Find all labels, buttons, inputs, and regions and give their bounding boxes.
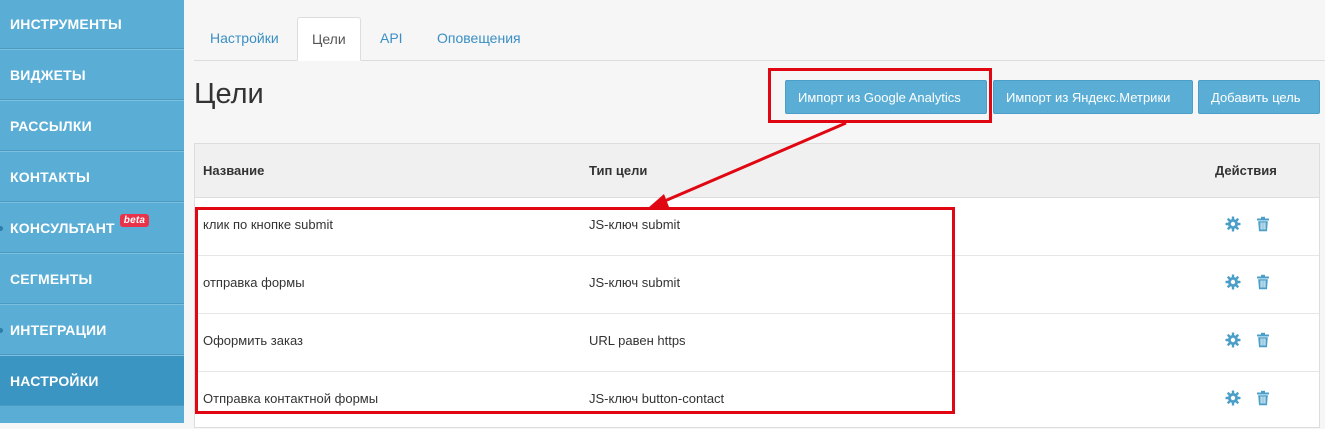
sidebar-item-label: НАСТРОЙКИ <box>10 372 99 389</box>
tab-api[interactable]: API <box>366 17 417 60</box>
table-row: отправка формы JS-ключ submit <box>195 256 1319 314</box>
goal-name: Отправка контактной формы <box>203 391 379 406</box>
goal-type: JS-ключ submit <box>589 217 681 232</box>
add-goal-button[interactable]: Добавить цель <box>1198 80 1320 114</box>
sidebar-item-integrations[interactable]: ИНТЕГРАЦИИ <box>0 304 184 355</box>
gear-icon[interactable] <box>1225 274 1241 290</box>
sidebar-item-label: РАССЫЛКИ <box>10 117 92 134</box>
tab-settings[interactable]: Настройки <box>196 17 293 60</box>
tab-notifications[interactable]: Оповещения <box>423 17 535 60</box>
sidebar-item-segments[interactable]: СЕГМЕНТЫ <box>0 253 184 304</box>
tab-bar: Настройки Цели API Оповещения <box>194 17 1325 61</box>
goal-type: JS-ключ button-contact <box>589 391 725 406</box>
sidebar-item-label: СЕГМЕНТЫ <box>10 270 93 287</box>
import-google-analytics-button[interactable]: Импорт из Google Analytics <box>785 80 987 114</box>
goal-name: клик по кнопке submit <box>203 217 333 232</box>
import-yandex-metrika-button[interactable]: Импорт из Яндекс.Метрики <box>993 80 1193 114</box>
sidebar-item-contacts[interactable]: КОНТАКТЫ <box>0 151 184 202</box>
table-row: Оформить заказ URL равен https <box>195 314 1319 372</box>
page-title: Цели <box>194 78 264 110</box>
sidebar-item-label: КОНСУЛЬТАНТ <box>10 219 115 236</box>
gear-icon[interactable] <box>1225 332 1241 348</box>
trash-icon[interactable] <box>1255 216 1271 232</box>
column-header-type: Тип цели <box>589 163 648 178</box>
bullet-icon <box>0 327 3 333</box>
sidebar-item-mailings[interactable]: РАССЫЛКИ <box>0 100 184 151</box>
column-header-name: Название <box>203 163 265 178</box>
table-row: Отправка контактной формы JS-ключ button… <box>195 372 1319 429</box>
beta-badge: beta <box>119 214 150 227</box>
sidebar-item-label: ИНСТРУМЕНТЫ <box>10 16 122 32</box>
trash-icon[interactable] <box>1255 332 1271 348</box>
goal-name: отправка формы <box>203 275 305 290</box>
gear-icon[interactable] <box>1225 390 1241 406</box>
sidebar-item-label: ВИДЖЕТЫ <box>10 66 86 83</box>
sidebar-item-label: ИНТЕГРАЦИИ <box>10 321 107 338</box>
goals-table: Название Тип цели Действия клик по кнопк… <box>194 143 1320 428</box>
sidebar-item-widgets[interactable]: ВИДЖЕТЫ <box>0 49 184 100</box>
tab-goals[interactable]: Цели <box>297 17 361 61</box>
sidebar: ИНСТРУМЕНТЫ ВИДЖЕТЫ РАССЫЛКИ КОНТАКТЫ КО… <box>0 0 184 423</box>
table-header: Название Тип цели Действия <box>195 144 1319 198</box>
trash-icon[interactable] <box>1255 390 1271 406</box>
table-row: клик по кнопке submit JS-ключ submit <box>195 198 1319 256</box>
sidebar-item-consultant[interactable]: КОНСУЛЬТАНТ beta <box>0 202 184 253</box>
column-header-actions: Действия <box>1215 163 1277 178</box>
main-content: Настройки Цели API Оповещения Цели Импор… <box>194 0 1325 428</box>
sidebar-item-label: КОНТАКТЫ <box>10 168 91 185</box>
bullet-icon <box>0 225 3 231</box>
gear-icon[interactable] <box>1225 216 1241 232</box>
trash-icon[interactable] <box>1255 274 1271 290</box>
sidebar-item-tools[interactable]: ИНСТРУМЕНТЫ <box>0 0 184 49</box>
goal-type: URL равен https <box>589 333 686 348</box>
goal-type: JS-ключ submit <box>589 275 681 290</box>
goal-name: Оформить заказ <box>203 333 304 348</box>
sidebar-item-settings[interactable]: НАСТРОЙКИ <box>0 355 184 406</box>
